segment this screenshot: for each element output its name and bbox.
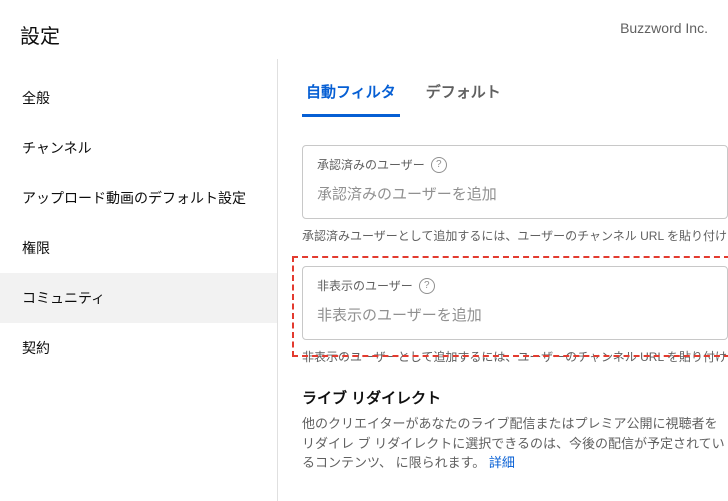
- approved-label-row: 承認済みのユーザー ?: [317, 156, 713, 173]
- sidebar-item-permissions[interactable]: 権限: [0, 223, 277, 273]
- approved-label: 承認済みのユーザー: [317, 156, 425, 173]
- brand-label: Buzzword Inc.: [620, 20, 708, 36]
- content: 自動フィルタ デフォルト 承認済みのユーザー ? 承認済みのユーザーを追加 承認…: [278, 59, 728, 501]
- sidebar-item-upload-defaults[interactable]: アップロード動画のデフォルト設定: [0, 173, 277, 223]
- page-title: 設定: [20, 20, 60, 49]
- approved-placeholder: 承認済みのユーザーを追加: [317, 183, 713, 204]
- sidebar-item-label: コミュニティ: [22, 290, 105, 306]
- sidebar-item-contract[interactable]: 契約: [0, 323, 277, 373]
- hidden-label: 非表示のユーザー: [317, 277, 413, 294]
- hidden-users-section: 非表示のユーザー ? 非表示のユーザーを追加 非表示のユーザーとして追加するには…: [302, 266, 728, 365]
- live-redirect-desc: 他のクリエイターがあなたのライブ配信またはプレミア公開に視聴者をリダイレ ブ リ…: [302, 414, 728, 473]
- hidden-hint: 非表示のユーザーとして追加するには、ユーザーのチャンネル URL を貼り付け: [302, 348, 728, 365]
- hidden-label-row: 非表示のユーザー ?: [317, 277, 713, 294]
- sidebar-item-community[interactable]: コミュニティ: [0, 273, 277, 323]
- header: 設定 Buzzword Inc.: [0, 0, 728, 59]
- hidden-users-box[interactable]: 非表示のユーザー ? 非表示のユーザーを追加: [302, 266, 728, 340]
- hidden-placeholder: 非表示のユーザーを追加: [317, 304, 713, 325]
- sidebar-item-label: アップロード動画のデフォルト設定: [22, 190, 246, 206]
- tab-auto-filter[interactable]: 自動フィルタ: [302, 73, 400, 117]
- sidebar-item-channel[interactable]: チャンネル: [0, 123, 277, 173]
- help-icon[interactable]: ?: [431, 157, 447, 173]
- help-icon[interactable]: ?: [419, 278, 435, 294]
- tabs: 自動フィルタ デフォルト: [302, 73, 728, 117]
- approved-hint: 承認済みユーザーとして追加するには、ユーザーのチャンネル URL を貼り付け: [302, 227, 728, 244]
- approved-users-box[interactable]: 承認済みのユーザー ? 承認済みのユーザーを追加: [302, 145, 728, 219]
- sidebar-item-label: 全般: [22, 90, 50, 106]
- live-redirect-title: ライブ リダイレクト: [302, 387, 728, 408]
- sidebar: 全般 チャンネル アップロード動画のデフォルト設定 権限 コミュニティ 契約: [0, 59, 278, 501]
- sidebar-item-label: 権限: [22, 240, 50, 256]
- details-link[interactable]: 詳細: [489, 455, 515, 470]
- sidebar-item-general[interactable]: 全般: [0, 73, 277, 123]
- tab-default[interactable]: デフォルト: [422, 73, 505, 117]
- main-container: 全般 チャンネル アップロード動画のデフォルト設定 権限 コミュニティ 契約 自…: [0, 59, 728, 501]
- sidebar-item-label: 契約: [22, 340, 50, 356]
- sidebar-item-label: チャンネル: [22, 140, 92, 156]
